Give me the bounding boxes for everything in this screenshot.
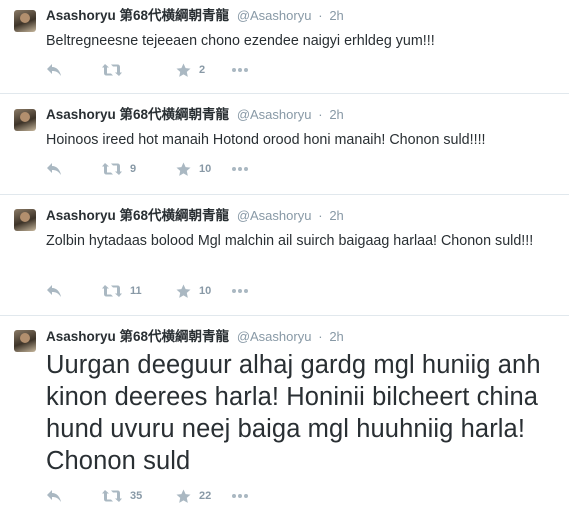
tweet-actions: 9 10 <box>46 161 248 177</box>
tweet-text: Zolbin hytadaas bolood Mgl malchin ail s… <box>46 233 534 249</box>
more-icon <box>232 68 248 72</box>
retweet-button[interactable] <box>102 62 130 78</box>
favorite-button[interactable]: 10 <box>176 161 211 177</box>
favorite-count: 10 <box>199 163 212 175</box>
tweet-text: Beltregneesne tejeeaen chono ezendee nai… <box>46 33 435 49</box>
avatar[interactable] <box>14 109 36 131</box>
retweet-icon <box>102 285 122 297</box>
retweet-button[interactable]: 9 <box>102 161 136 177</box>
timestamp[interactable]: 2h <box>329 208 343 223</box>
tweet-actions: 35 22 <box>46 488 248 504</box>
more-button[interactable] <box>231 488 249 504</box>
retweet-icon <box>102 163 122 175</box>
timestamp[interactable]: 2h <box>329 107 343 122</box>
user-handle[interactable]: @Asashoryu <box>237 8 312 23</box>
display-name[interactable]: Asashoryu 第68代横綱朝青龍 <box>46 208 229 223</box>
retweet-count: 11 <box>130 285 142 297</box>
timestamp[interactable]: 2h <box>329 8 343 23</box>
reply-button[interactable] <box>46 161 66 177</box>
star-icon <box>176 284 191 298</box>
retweet-count: 9 <box>130 163 137 175</box>
tweet: Asashoryu 第68代横綱朝青龍 @Asashoryu · 2h Hoin… <box>0 94 569 195</box>
tweet-actions: 2 <box>46 62 248 78</box>
more-button[interactable] <box>231 161 249 177</box>
separator: · <box>318 329 323 344</box>
tweet: Asashoryu 第68代横綱朝青龍 @Asashoryu · 2h Uurg… <box>0 316 569 510</box>
avatar[interactable] <box>14 10 36 32</box>
user-handle[interactable]: @Asashoryu <box>237 208 312 223</box>
retweet-icon <box>102 64 122 76</box>
more-icon <box>232 494 248 498</box>
user-handle[interactable]: @Asashoryu <box>237 107 312 122</box>
more-button[interactable] <box>231 283 249 299</box>
reply-button[interactable] <box>46 283 66 299</box>
separator: · <box>318 8 323 23</box>
retweet-count: 35 <box>130 490 143 502</box>
more-icon <box>232 167 248 171</box>
retweet-button[interactable]: 11 <box>102 283 142 299</box>
reply-button[interactable] <box>46 488 66 504</box>
more-button[interactable] <box>231 62 249 78</box>
tweet-header: Asashoryu 第68代横綱朝青龍 @Asashoryu · 2h <box>46 106 344 124</box>
favorite-button[interactable]: 2 <box>176 62 205 78</box>
tweet-text: Uurgan deeguur alhaj gardg mgl huniig an… <box>46 351 541 475</box>
reply-icon <box>47 64 61 76</box>
retweet-button[interactable]: 35 <box>102 488 142 504</box>
tweet-header: Asashoryu 第68代横綱朝青龍 @Asashoryu · 2h <box>46 7 344 25</box>
tweet-actions: 11 10 <box>46 283 248 299</box>
favorite-button[interactable]: 10 <box>176 283 211 299</box>
avatar[interactable] <box>14 209 36 231</box>
favorite-count: 22 <box>199 490 212 502</box>
star-icon <box>176 162 191 176</box>
reply-button[interactable] <box>46 62 66 78</box>
star-icon <box>176 489 191 503</box>
favorite-count: 2 <box>199 64 206 76</box>
favorite-count: 10 <box>199 285 212 297</box>
separator: · <box>318 107 323 122</box>
tweet-text: Hoinoos ireed hot manaih Hotond orood ho… <box>46 132 486 148</box>
display-name[interactable]: Asashoryu 第68代横綱朝青龍 <box>46 8 229 23</box>
avatar[interactable] <box>14 330 36 352</box>
star-icon <box>176 63 191 77</box>
retweet-icon <box>102 490 122 502</box>
more-icon <box>232 289 248 293</box>
tweet-header: Asashoryu 第68代横綱朝青龍 @Asashoryu · 2h <box>46 328 344 346</box>
reply-icon <box>47 163 61 175</box>
timestamp[interactable]: 2h <box>329 329 343 344</box>
tweet: Asashoryu 第68代横綱朝青龍 @Asashoryu · 2h Belt… <box>0 0 569 94</box>
tweet: Asashoryu 第68代横綱朝青龍 @Asashoryu · 2h Zolb… <box>0 195 569 316</box>
tweet-header: Asashoryu 第68代横綱朝青龍 @Asashoryu · 2h <box>46 207 344 225</box>
user-handle[interactable]: @Asashoryu <box>237 329 312 344</box>
display-name[interactable]: Asashoryu 第68代横綱朝青龍 <box>46 329 229 344</box>
reply-icon <box>47 285 61 297</box>
favorite-button[interactable]: 22 <box>176 488 211 504</box>
separator: · <box>318 208 323 223</box>
display-name[interactable]: Asashoryu 第68代横綱朝青龍 <box>46 107 229 122</box>
reply-icon <box>47 490 61 502</box>
